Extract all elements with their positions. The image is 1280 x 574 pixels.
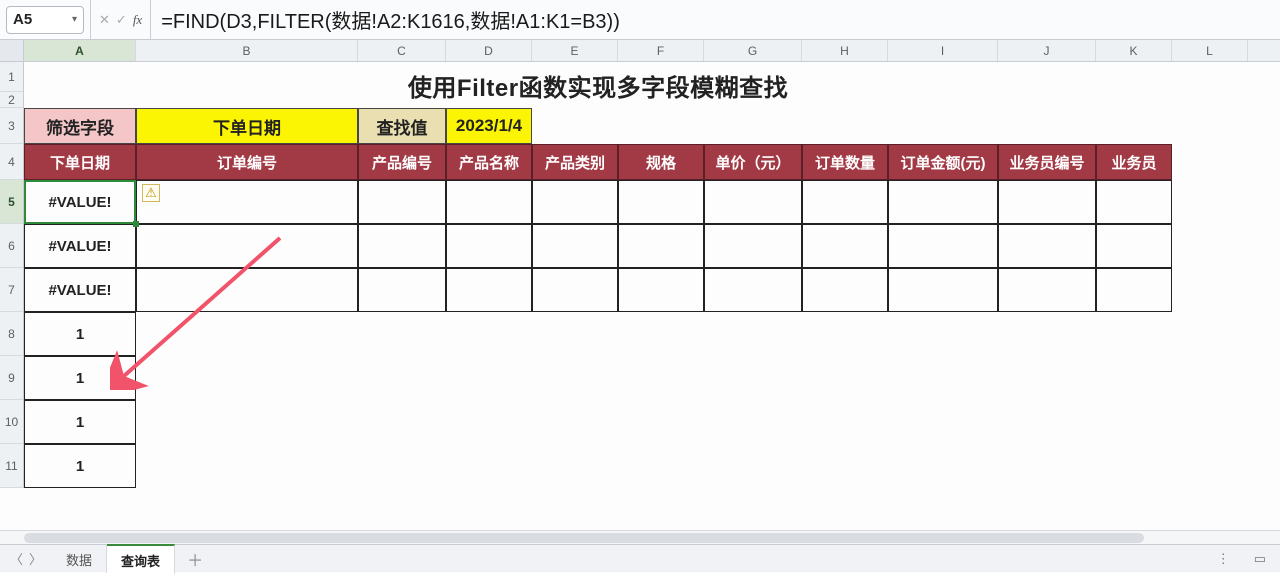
col-header-A[interactable]: A xyxy=(24,40,136,61)
row-header-1[interactable]: 1 xyxy=(0,62,23,92)
cell-B5[interactable] xyxy=(136,180,358,224)
table-row: #VALUE! xyxy=(24,268,1172,312)
col-header-G[interactable]: G xyxy=(704,40,802,61)
cell-K5[interactable] xyxy=(1096,180,1172,224)
column-header-row: A B C D E F G H I J K L xyxy=(0,40,1280,62)
table-row: 1 xyxy=(24,444,1172,488)
table-row: #VALUE! xyxy=(24,224,1172,268)
cell-A5[interactable]: #VALUE! xyxy=(24,180,136,224)
tab-nav-next-icon[interactable]: 〉 xyxy=(29,549,42,568)
title-text: 使用Filter函数实现多字段模糊查找 xyxy=(408,68,788,103)
criteria-field-label: 筛选字段 xyxy=(24,108,136,144)
cancel-formula-icon[interactable]: ✕ xyxy=(99,12,110,28)
row-header-9[interactable]: 9 xyxy=(0,356,23,400)
row-header-8[interactable]: 8 xyxy=(0,312,23,356)
th-unit-price: 单价（元） xyxy=(704,144,802,180)
row-header-7[interactable]: 7 xyxy=(0,268,23,312)
table-header-row: 下单日期 订单编号 产品编号 产品名称 产品类别 规格 单价（元） 订单数量 订… xyxy=(24,144,1172,180)
cell-G5[interactable] xyxy=(704,180,802,224)
criteria-search-value[interactable]: 2023/1/4 xyxy=(446,108,532,144)
th-product-name: 产品名称 xyxy=(446,144,532,180)
row-header-10[interactable]: 10 xyxy=(0,400,23,444)
name-box[interactable]: A5 ▾ xyxy=(6,6,84,34)
sheet-tab-bar: 〈 〉 数据 查询表 ＋ ⋮ ▭ xyxy=(0,544,1280,572)
col-header-L[interactable]: L xyxy=(1172,40,1248,61)
tab-bar-settings-icon[interactable]: ▭ xyxy=(1254,551,1266,567)
horizontal-scrollbar[interactable] xyxy=(0,530,1280,544)
th-qty: 订单数量 xyxy=(802,144,888,180)
cell-I5[interactable] xyxy=(888,180,998,224)
name-box-cell-ref: A5 xyxy=(13,11,32,28)
row-header-3[interactable]: 3 xyxy=(0,108,23,144)
table-row: 1 xyxy=(24,400,1172,444)
th-spec: 规格 xyxy=(618,144,704,180)
cell-D5[interactable] xyxy=(446,180,532,224)
table-row: 1 xyxy=(24,312,1172,356)
col-header-C[interactable]: C xyxy=(358,40,446,61)
cell-A8[interactable]: 1 xyxy=(24,312,136,356)
sheet-tab-data[interactable]: 数据 xyxy=(52,545,107,573)
th-sales-no: 业务员编号 xyxy=(998,144,1096,180)
row-header-4[interactable]: 4 xyxy=(0,144,23,180)
th-order-date: 下单日期 xyxy=(24,144,136,180)
table-row: 1 xyxy=(24,356,1172,400)
tab-bar-more-icon[interactable]: ⋮ xyxy=(1217,551,1232,567)
cell-A9[interactable]: 1 xyxy=(24,356,136,400)
col-header-F[interactable]: F xyxy=(618,40,704,61)
select-all-corner[interactable] xyxy=(0,40,24,61)
row-header-6[interactable]: 6 xyxy=(0,224,23,268)
accept-formula-icon[interactable]: ✓ xyxy=(116,12,127,28)
col-header-B[interactable]: B xyxy=(136,40,358,61)
cell-A7[interactable]: #VALUE! xyxy=(24,268,136,312)
error-warning-icon[interactable]: ⚠ xyxy=(142,184,160,202)
add-sheet-button[interactable]: ＋ xyxy=(175,547,215,571)
cell-A11[interactable]: 1 xyxy=(24,444,136,488)
th-amount: 订单金额(元) xyxy=(888,144,998,180)
row-header-5[interactable]: 5 xyxy=(0,180,23,224)
th-sales-name: 业务员 xyxy=(1096,144,1172,180)
col-header-J[interactable]: J xyxy=(998,40,1096,61)
col-header-H[interactable]: H xyxy=(802,40,888,61)
formula-text: =FIND(D3,FILTER(数据!A2:K1616,数据!A1:K1=B3)… xyxy=(161,5,620,34)
cell-C5[interactable] xyxy=(358,180,446,224)
cell-A6[interactable]: #VALUE! xyxy=(24,224,136,268)
th-category: 产品类别 xyxy=(532,144,618,180)
col-header-I[interactable]: I xyxy=(888,40,998,61)
col-header-K[interactable]: K xyxy=(1096,40,1172,61)
table-row: #VALUE! xyxy=(24,180,1172,224)
th-order-no: 订单编号 xyxy=(136,144,358,180)
row-header-2[interactable]: 2 xyxy=(0,92,23,108)
th-product-no: 产品编号 xyxy=(358,144,446,180)
page-title: 使用Filter函数实现多字段模糊查找 xyxy=(24,62,1172,108)
cell-F5[interactable] xyxy=(618,180,704,224)
col-header-D[interactable]: D xyxy=(446,40,532,61)
scrollbar-thumb[interactable] xyxy=(24,533,1144,543)
cell-E5[interactable] xyxy=(532,180,618,224)
row-header-col: 1 2 3 4 5 6 7 8 9 10 11 xyxy=(0,62,24,488)
cell-H5[interactable] xyxy=(802,180,888,224)
fx-icon[interactable]: fx xyxy=(133,12,142,28)
tab-nav-prev-icon[interactable]: 〈 xyxy=(10,549,23,568)
row-header-11[interactable]: 11 xyxy=(0,444,23,488)
criteria-field-value[interactable]: 下单日期 xyxy=(136,108,358,144)
criteria-search-label: 查找值 xyxy=(358,108,446,144)
cell-J5[interactable] xyxy=(998,180,1096,224)
cell-A10[interactable]: 1 xyxy=(24,400,136,444)
col-header-E[interactable]: E xyxy=(532,40,618,61)
formula-bar-input[interactable]: =FIND(D3,FILTER(数据!A2:K1616,数据!A1:K1=B3)… xyxy=(151,0,1280,39)
chevron-down-icon: ▾ xyxy=(72,14,77,25)
sheet-tab-query[interactable]: 查询表 xyxy=(107,544,175,574)
